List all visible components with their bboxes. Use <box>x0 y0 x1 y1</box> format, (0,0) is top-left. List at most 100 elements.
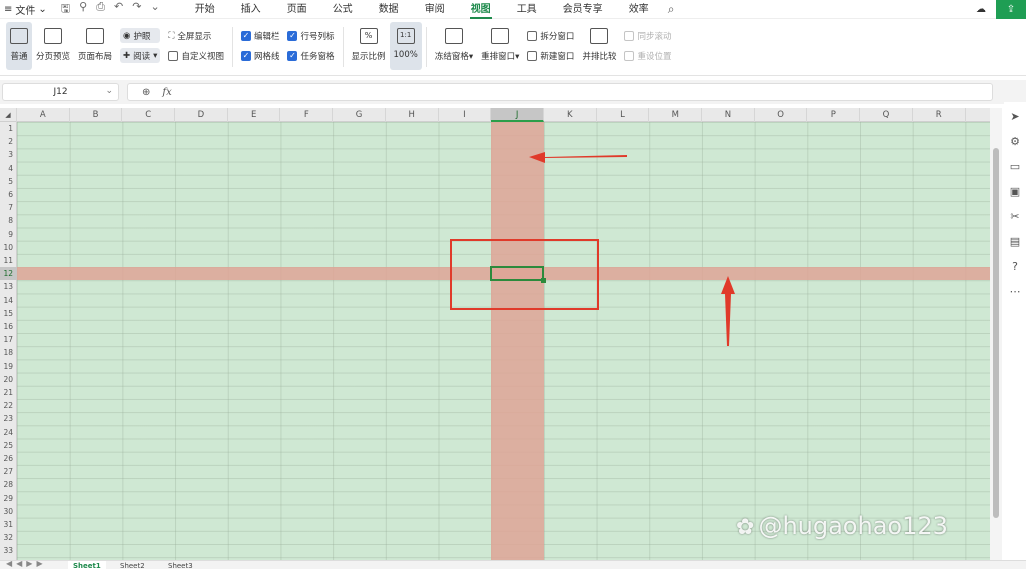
tab-0[interactable]: 开始 <box>182 0 228 19</box>
formula-bar-checkbox[interactable]: ✓ 编辑栏 <box>240 28 279 43</box>
sheet-nav-arrows[interactable]: ◀◀▶▶ <box>6 561 47 568</box>
row-header-29[interactable]: 29 <box>0 492 17 505</box>
row-header-2[interactable]: 2 <box>0 135 17 148</box>
column-header-n[interactable]: N <box>702 108 755 122</box>
eye-protect-button[interactable]: ◉ 护眼 <box>120 28 161 43</box>
row-header-3[interactable]: 3 <box>0 148 17 161</box>
row-header-21[interactable]: 21 <box>0 386 17 399</box>
fx-icon[interactable]: fx <box>162 87 171 98</box>
comment-icon[interactable]: ▭ <box>1010 160 1020 173</box>
undo-icon[interactable]: ↶ <box>114 0 123 19</box>
row-header-12[interactable]: 12 <box>0 267 17 281</box>
column-header-d[interactable]: D <box>175 108 228 122</box>
sheet-tab-2[interactable]: Sheet2 <box>120 561 145 569</box>
tab-7[interactable]: 工具 <box>504 0 550 19</box>
row-header-5[interactable]: 5 <box>0 175 17 188</box>
page-layout-button[interactable]: 页面布局 <box>74 22 116 70</box>
normal-view-button[interactable]: 普通 <box>6 22 32 70</box>
column-header-m[interactable]: M <box>649 108 703 122</box>
row-header-16[interactable]: 16 <box>0 320 17 333</box>
custom-view-button[interactable]: 自定义视图 <box>168 48 224 63</box>
more-icon[interactable]: ⋯ <box>1010 285 1021 298</box>
row-header-24[interactable]: 24 <box>0 426 17 439</box>
column-header-c[interactable]: C <box>122 108 176 122</box>
row-header-15[interactable]: 15 <box>0 307 17 320</box>
scrollbar-thumb[interactable] <box>993 148 999 518</box>
help-icon[interactable]: ? <box>1012 260 1018 273</box>
select-all-corner[interactable]: ◢ <box>0 108 17 122</box>
tab-5[interactable]: 审阅 <box>412 0 458 19</box>
gridlines-checkbox[interactable]: ✓ 网格线 <box>240 48 279 63</box>
row-header-11[interactable]: 11 <box>0 254 17 267</box>
vertical-scrollbar[interactable] <box>990 108 1002 560</box>
side-by-side-button[interactable]: 并排比较 <box>578 22 620 70</box>
print-preview-icon[interactable]: ⎙ <box>96 0 105 19</box>
row-header-13[interactable]: 13 <box>0 280 17 293</box>
chevron-down-icon[interactable]: ⌄ <box>105 86 113 96</box>
save-icon[interactable]: 🖫 <box>61 0 70 19</box>
row-header-1[interactable]: 1 <box>0 122 17 135</box>
column-header-p[interactable]: P <box>808 108 861 122</box>
row-header-10[interactable]: 10 <box>0 241 17 254</box>
row-header-19[interactable]: 19 <box>0 360 17 373</box>
column-header-r[interactable]: R <box>913 108 966 122</box>
row-header-31[interactable]: 31 <box>0 518 17 531</box>
book-icon[interactable]: ▤ <box>1010 235 1020 248</box>
column-header-k[interactable]: K <box>544 108 597 122</box>
column-header-e[interactable]: E <box>228 108 281 122</box>
chevron-down-icon[interactable]: ⌄ <box>150 0 159 19</box>
tab-4[interactable]: 数据 <box>366 0 412 19</box>
row-header-25[interactable]: 25 <box>0 439 17 452</box>
row-header-17[interactable]: 17 <box>0 333 17 346</box>
row-header-9[interactable]: 9 <box>0 228 17 241</box>
zoom-100-button[interactable]: 1:1 100% <box>389 22 422 70</box>
sheet-tab-3[interactable]: Sheet3 <box>168 561 193 569</box>
column-header-b[interactable]: B <box>70 108 123 122</box>
task-pane-checkbox[interactable]: ✓ 任务窗格 <box>287 48 335 63</box>
cloud-icon[interactable]: ☁ <box>976 4 986 15</box>
column-header-l[interactable]: L <box>597 108 650 122</box>
cursor-icon[interactable]: ➤ <box>1010 110 1019 123</box>
column-header-g[interactable]: G <box>333 108 386 122</box>
row-header-26[interactable]: 26 <box>0 452 17 465</box>
row-header-18[interactable]: 18 <box>0 346 17 359</box>
reset-position-button[interactable]: 重设位置 <box>624 48 671 63</box>
formula-input[interactable]: ⊕ fx <box>127 83 993 101</box>
row-header-14[interactable]: 14 <box>0 294 17 307</box>
spreadsheet-grid[interactable]: ◢ ABCDEFGHIJKLMNOPQR 1 2 3 4 5 6 7 8 9 10 11 12 13 14… <box>0 108 990 560</box>
tab-2[interactable]: 页面 <box>274 0 320 19</box>
share-link-icon[interactable]: ⚲ <box>79 0 87 19</box>
column-header-o[interactable]: O <box>755 108 808 122</box>
search-icon[interactable]: ⌕ <box>668 2 675 17</box>
column-header-i[interactable]: I <box>439 108 492 122</box>
row-header-33[interactable]: 33 <box>0 544 17 557</box>
zoom-search-icon[interactable]: ⊕ <box>142 87 150 98</box>
share-button[interactable]: ⇪ <box>996 0 1026 19</box>
file-menu[interactable]: ≡ 文件 ⌄ <box>0 2 53 17</box>
zoom-button[interactable]: % 显示比例 <box>348 22 390 70</box>
row-header-28[interactable]: 28 <box>0 478 17 491</box>
image-icon[interactable]: ▣ <box>1010 185 1020 198</box>
reading-mode-button[interactable]: ✚ 阅读 ▾ <box>120 48 161 63</box>
split-window-button[interactable]: 拆分窗口 <box>527 28 574 43</box>
row-header-30[interactable]: 30 <box>0 505 17 518</box>
sync-scroll-button[interactable]: 同步滚动 <box>624 28 671 43</box>
settings-sliders-icon[interactable]: ⚙ <box>1010 135 1020 148</box>
rearrange-windows-button[interactable]: 重排窗口▾ <box>477 22 523 70</box>
column-header-q[interactable]: Q <box>860 108 913 122</box>
tab-3[interactable]: 公式 <box>320 0 366 19</box>
row-col-headers-checkbox[interactable]: ✓ 行号列标 <box>287 28 335 43</box>
tab-8[interactable]: 会员专享 <box>550 0 616 19</box>
row-header-6[interactable]: 6 <box>0 188 17 201</box>
row-header-27[interactable]: 27 <box>0 465 17 478</box>
tab-9[interactable]: 效率 <box>616 0 662 19</box>
tool-icon[interactable]: ✂ <box>1010 210 1019 223</box>
row-header-23[interactable]: 23 <box>0 412 17 425</box>
row-header-7[interactable]: 7 <box>0 201 17 214</box>
name-box[interactable]: J12 ⌄ <box>2 83 119 101</box>
sheet-tab-1[interactable]: Sheet1 <box>68 561 106 569</box>
row-header-22[interactable]: 22 <box>0 399 17 412</box>
tab-1[interactable]: 插入 <box>228 0 274 19</box>
full-screen-button[interactable]: ⛶ 全屏显示 <box>168 28 224 43</box>
column-header-h[interactable]: H <box>386 108 439 122</box>
